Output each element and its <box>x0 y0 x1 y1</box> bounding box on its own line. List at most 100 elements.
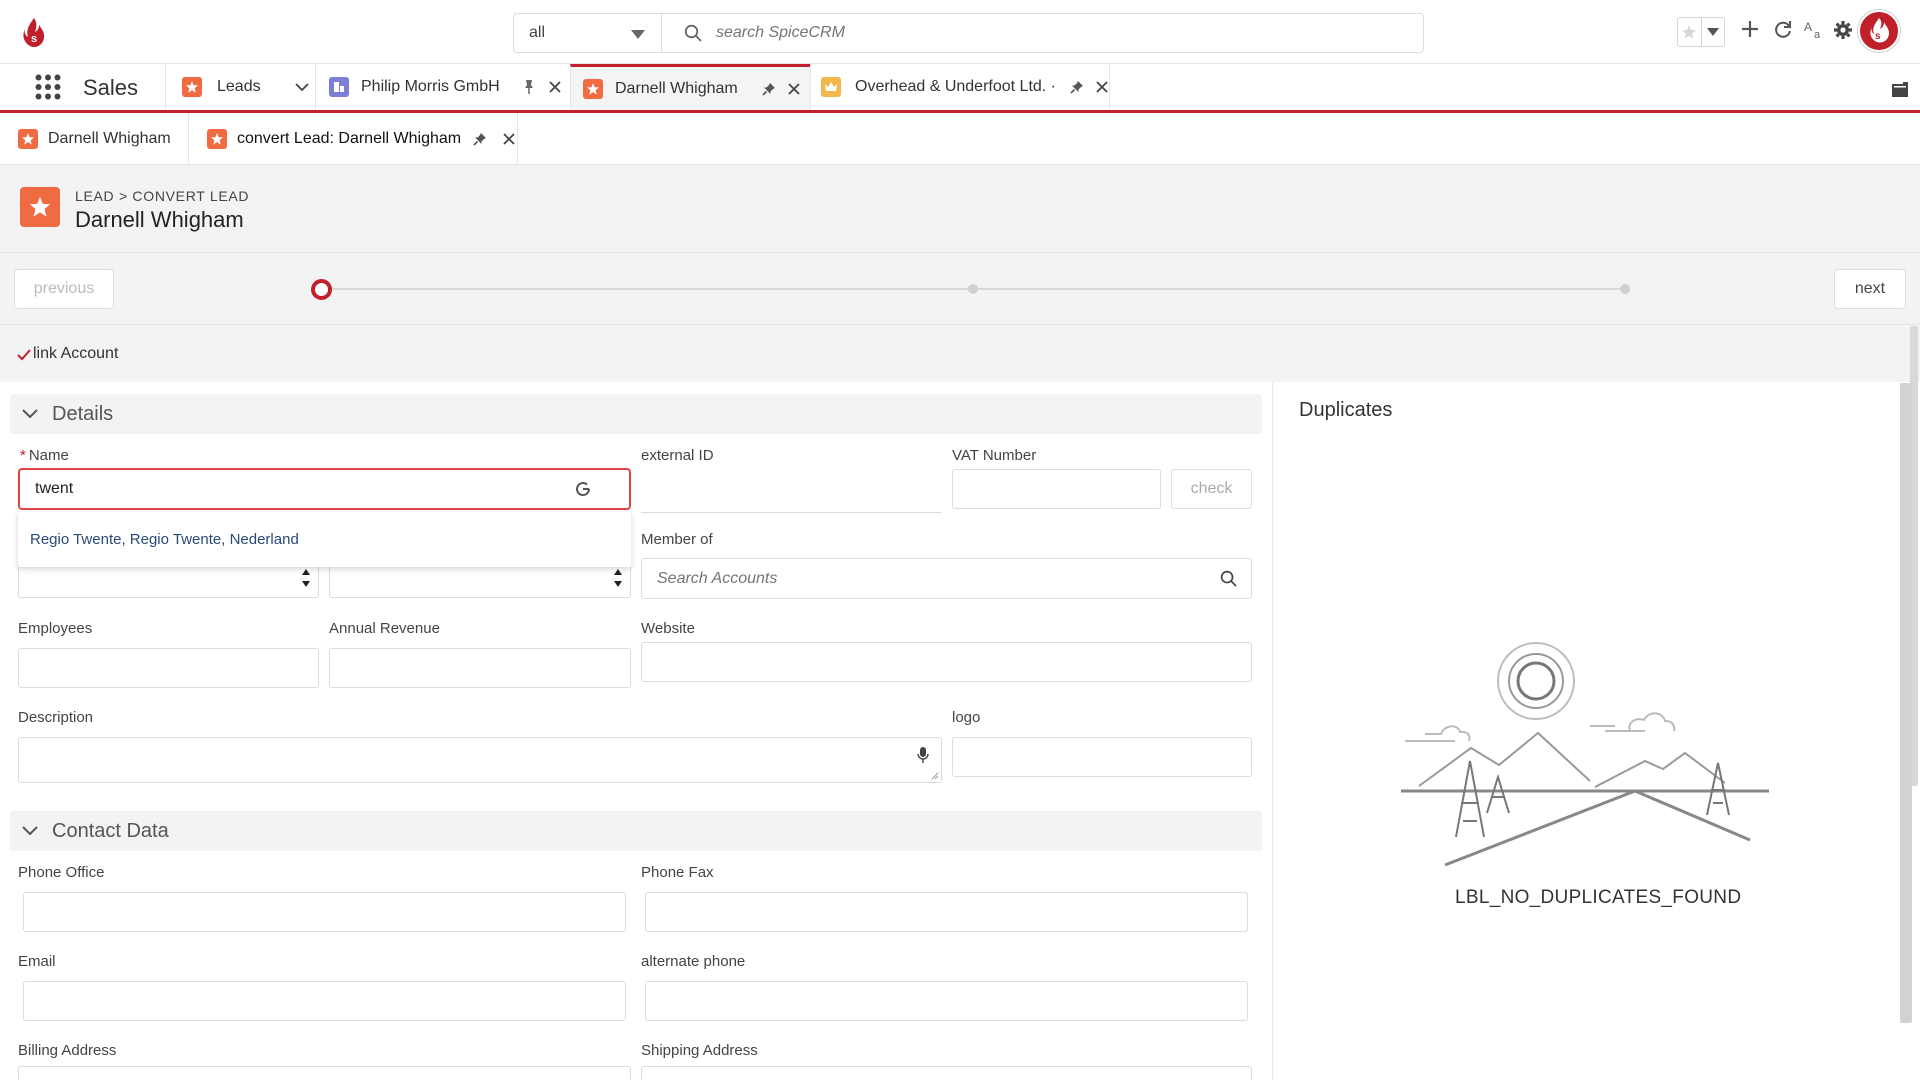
email-label: Email <box>18 953 56 970</box>
details-section-header[interactable]: Details <box>10 394 1262 434</box>
search-icon <box>684 24 702 42</box>
close-icon[interactable] <box>788 82 800 95</box>
pin-icon[interactable] <box>1070 80 1084 94</box>
vat-number-input[interactable] <box>952 469 1161 509</box>
link-account-row <box>0 326 1920 382</box>
favorites-control[interactable] <box>1677 17 1725 47</box>
phone-fax-label: Phone Fax <box>641 864 714 881</box>
phone-office-input[interactable] <box>23 892 626 932</box>
alternate-phone-label: alternate phone <box>641 953 746 970</box>
contact-data-section-header[interactable]: Contact Data <box>10 811 1262 851</box>
wizard-step-2[interactable] <box>968 284 978 294</box>
lead-icon <box>182 77 202 97</box>
lead-icon <box>583 78 603 99</box>
svg-text:A: A <box>1804 20 1812 34</box>
page-header <box>0 165 1920 253</box>
description-textarea[interactable] <box>18 737 942 783</box>
close-icon[interactable] <box>1096 81 1108 93</box>
close-icon[interactable] <box>549 81 561 93</box>
star-icon[interactable] <box>1678 18 1701 46</box>
global-search-input[interactable] <box>716 24 1316 42</box>
subtab-convert-lead[interactable]: convert Lead: Darnell Whigham <box>188 113 518 165</box>
spicecrm-logo-icon[interactable]: s <box>22 16 46 50</box>
no-duplicates-message: LBL_NO_DUPLICATES_FOUND <box>1455 887 1742 908</box>
text-size-icon[interactable]: Aa <box>1804 20 1826 40</box>
close-icon[interactable] <box>503 133 515 145</box>
previous-button[interactable]: previous <box>14 269 114 309</box>
name-input[interactable] <box>35 480 575 498</box>
tab-darnell-whigham[interactable]: Darnell Whigham <box>570 64 810 110</box>
search-scope-select[interactable]: all <box>513 13 661 53</box>
description-label: Description <box>18 709 94 726</box>
add-icon[interactable] <box>1741 20 1759 38</box>
annual-revenue-input[interactable] <box>329 648 631 688</box>
chevron-down-icon <box>22 409 38 419</box>
logo-input[interactable] <box>952 737 1252 777</box>
gear-icon[interactable] <box>1833 20 1853 40</box>
microphone-icon[interactable] <box>917 746 929 764</box>
tab-label: Leads <box>217 78 261 95</box>
section-title: Contact Data <box>52 819 169 842</box>
user-avatar[interactable]: s <box>1858 10 1900 52</box>
external-id-field <box>641 512 941 513</box>
app-launcher-icon[interactable] <box>35 74 61 100</box>
billing-address-field[interactable] <box>18 1066 631 1080</box>
tab-overhead-underfoot[interactable]: Overhead & Underfoot Ltd. · <box>810 64 1110 110</box>
external-id-label: external ID <box>641 447 714 464</box>
link-account-label[interactable]: link Account <box>33 345 118 363</box>
lead-icon <box>207 129 227 149</box>
link-account-checkbox[interactable] <box>17 349 31 361</box>
section-title: Details <box>52 402 114 425</box>
tab-leads[interactable]: Leads <box>165 64 315 110</box>
pin-icon[interactable] <box>762 82 776 96</box>
opportunity-icon <box>821 77 841 97</box>
pin-icon[interactable] <box>473 132 487 146</box>
tab-label: Philip Morris GmbH <box>361 78 500 95</box>
employees-label: Employees <box>18 620 93 637</box>
chevron-down-icon[interactable] <box>294 82 309 92</box>
member-of-field[interactable] <box>641 558 1252 599</box>
tab-label: Overhead & Underfoot Ltd. · <box>855 78 1056 95</box>
resize-handle-icon[interactable] <box>931 772 939 780</box>
panel-scrollbar[interactable] <box>1900 383 1912 1023</box>
chevron-down-icon[interactable] <box>1700 18 1724 46</box>
google-icon[interactable] <box>575 481 591 497</box>
employees-input[interactable] <box>18 648 319 688</box>
svg-text:s: s <box>1875 31 1881 42</box>
alternate-phone-input[interactable] <box>645 981 1248 1021</box>
page-title: Darnell Whigham <box>75 207 244 232</box>
search-icon[interactable] <box>1220 570 1237 587</box>
svg-text:a: a <box>1814 29 1821 40</box>
empty-landscape-illustration <box>1395 635 1775 870</box>
logo-label: logo <box>952 709 981 726</box>
stepper-icon[interactable] <box>302 567 310 589</box>
wizard-step-3[interactable] <box>1620 284 1630 294</box>
member-of-label: Member of <box>641 531 713 548</box>
email-input[interactable] <box>23 981 626 1021</box>
vat-number-label: VAT Number <box>952 447 1037 464</box>
next-button[interactable]: next <box>1834 269 1906 309</box>
chevron-down-icon <box>631 30 645 39</box>
phone-fax-input[interactable] <box>645 892 1248 932</box>
wizard-step-1[interactable] <box>311 279 332 300</box>
stepper-icon[interactable] <box>614 567 622 589</box>
folder-icon[interactable] <box>1891 80 1909 98</box>
subtab-darnell-whigham[interactable]: Darnell Whigham <box>0 113 188 165</box>
website-label: Website <box>641 620 695 637</box>
website-input[interactable] <box>641 642 1252 682</box>
svg-text:s: s <box>31 33 37 45</box>
member-of-input[interactable] <box>657 569 1197 588</box>
annual-revenue-label: Annual Revenue <box>329 620 440 637</box>
current-app-label[interactable]: Sales <box>83 75 138 101</box>
global-search-box[interactable] <box>661 13 1424 53</box>
lead-icon <box>20 187 60 227</box>
pin-icon[interactable] <box>524 79 534 95</box>
vat-check-button[interactable]: check <box>1171 469 1252 509</box>
tab-philip-morris[interactable]: Philip Morris GmbH <box>315 64 570 110</box>
subtab-label: Darnell Whigham <box>48 130 171 147</box>
shipping-address-field[interactable] <box>641 1066 1252 1080</box>
lead-icon <box>18 129 38 149</box>
name-suggestion-item[interactable]: Regio Twente, Regio Twente, Nederland <box>18 512 631 567</box>
refresh-icon[interactable] <box>1773 20 1793 40</box>
name-field[interactable] <box>18 468 631 510</box>
